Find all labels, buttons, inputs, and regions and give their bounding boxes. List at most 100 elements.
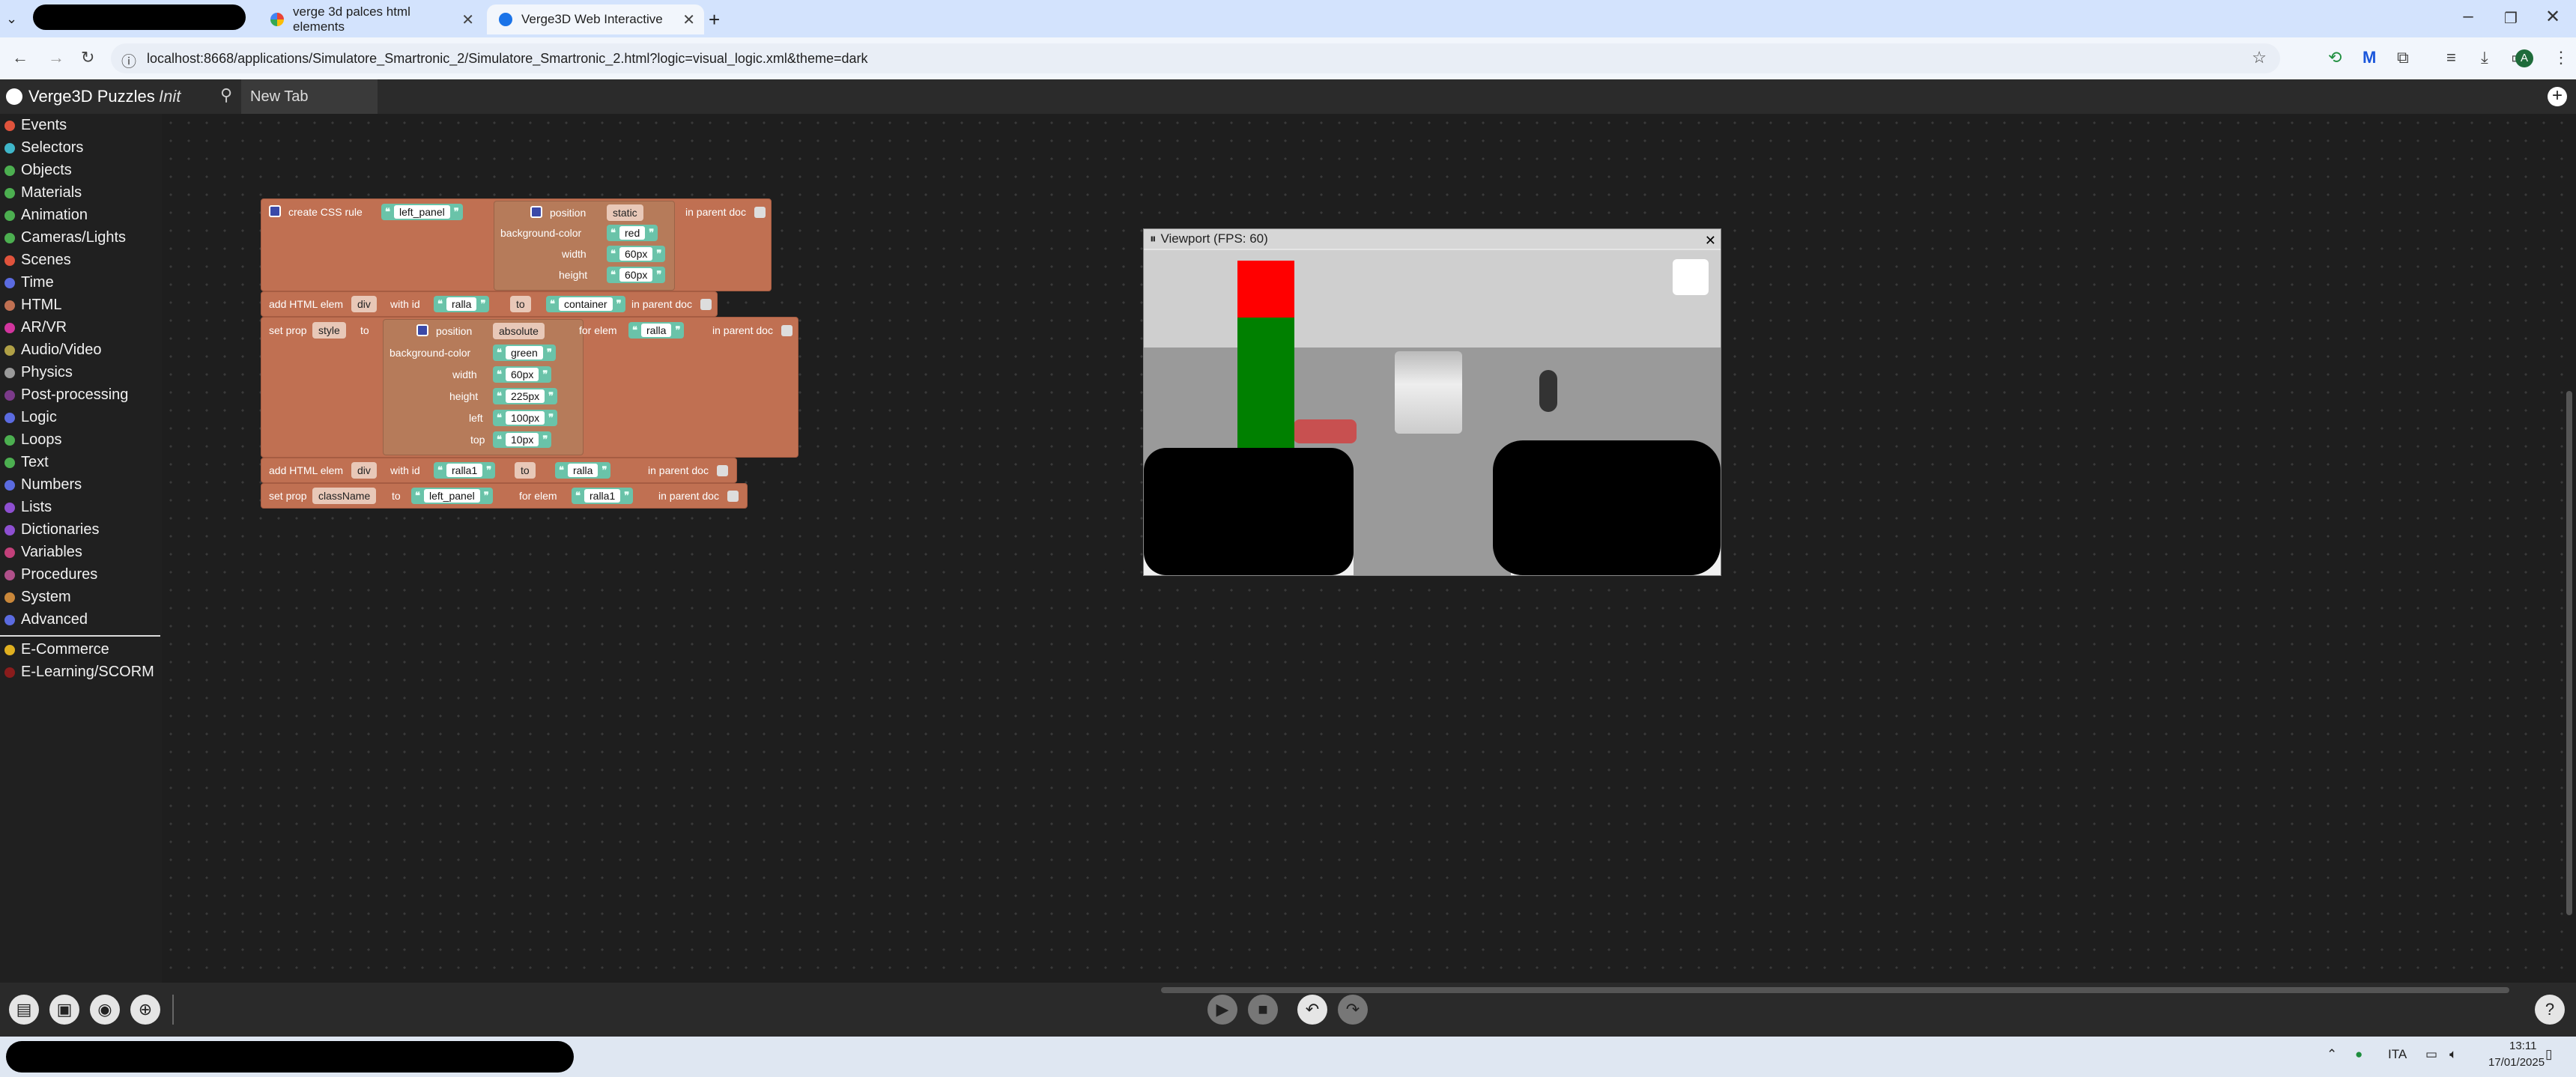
back-icon[interactable]: ← <box>12 48 28 67</box>
target-elem[interactable]: ❝ ralla1 ❞ <box>572 488 634 504</box>
sidebar-item-objects[interactable]: Objects <box>4 162 72 179</box>
forward-icon[interactable]: → <box>48 48 64 67</box>
display-icon[interactable]: ▭ <box>2425 1047 2437 1062</box>
gear-icon[interactable] <box>416 324 428 336</box>
profile-avatar[interactable]: A <box>2515 49 2533 67</box>
sidebar-item-animation[interactable]: Animation <box>4 207 88 224</box>
to-dropdown[interactable]: to <box>515 462 536 479</box>
style-props-block[interactable]: position absolute background-color ❝ gree… <box>383 319 584 455</box>
sidebar-item-html[interactable]: HTML <box>4 297 61 314</box>
language-indicator[interactable]: ITA <box>2388 1047 2407 1062</box>
stop-icon[interactable]: ■ <box>1248 995 1278 1025</box>
gear-icon[interactable] <box>269 205 281 217</box>
set-prop-classname-block[interactable]: set prop className to ❝ left_panel ❞ for e… <box>261 483 748 509</box>
tab-init[interactable]: Init <box>159 87 181 106</box>
string-value[interactable]: 60px <box>619 247 653 261</box>
window-close-icon[interactable]: ✕ <box>2530 6 2575 28</box>
library-icon[interactable]: ▣ <box>49 995 79 1025</box>
string-value[interactable]: ralla <box>641 324 672 337</box>
string-value[interactable]: 60px <box>619 268 653 282</box>
close-icon[interactable]: ✕ <box>1705 231 1716 250</box>
sidebar-item-ar-vr[interactable]: AR/VR <box>4 319 67 336</box>
network-app-icon[interactable]: ● <box>2355 1047 2363 1062</box>
clock-date[interactable]: 17/01/2025 <box>2488 1056 2545 1069</box>
workspace-horizontal-scrollbar[interactable] <box>1161 987 2509 993</box>
close-icon[interactable]: ✕ <box>461 10 474 29</box>
string-value[interactable]: ralla1 <box>584 489 621 503</box>
string-value[interactable]: 10px <box>506 433 539 446</box>
sidebar-item-e-learning-scorm[interactable]: E-Learning/SCORM <box>4 664 154 681</box>
target-elem[interactable]: ❝ ralla ❞ <box>628 322 685 339</box>
save-icon[interactable]: ▤ <box>9 995 39 1025</box>
string-value[interactable]: 100px <box>506 411 545 425</box>
elem-type-dropdown[interactable]: div <box>351 296 377 312</box>
target-elem[interactable]: ❝ container ❞ <box>546 296 625 312</box>
sidebar-item-post-processing[interactable]: Post-processing <box>4 386 128 404</box>
extensions-icon[interactable]: ⧉ <box>2397 48 2409 67</box>
set-prop-style-block[interactable]: set prop style to position absolute back… <box>261 317 798 458</box>
media-icon[interactable]: ≡ <box>2446 48 2456 67</box>
sidebar-item-procedures[interactable]: Procedures <box>4 566 97 583</box>
minimize-icon[interactable]: – <box>2446 6 2491 27</box>
undo-icon[interactable]: ↶ <box>1297 995 1327 1025</box>
string-value[interactable]: ralla <box>446 297 477 311</box>
sidebar-item-e-commerce[interactable]: E-Commerce <box>4 641 109 658</box>
sidebar-item-physics[interactable]: Physics <box>4 364 73 381</box>
sidebar-item-loops[interactable]: Loops <box>4 431 62 449</box>
in-parent-doc-checkbox[interactable] <box>754 207 766 218</box>
create-css-rule-block[interactable]: create CSS rule ❝ left_panel ❞ position st… <box>261 198 772 291</box>
viewport-3d-scene[interactable] <box>1144 250 1721 575</box>
add-html-elem-block[interactable]: add HTML elem div with id ❝ ralla ❞ to ❝ co… <box>261 291 718 317</box>
viewport-titlebar[interactable]: ⏸ Viewport (FPS: 60) ✕ <box>1144 229 1721 249</box>
settings-icon[interactable]: ⊕ <box>130 995 160 1025</box>
pin-icon[interactable]: ⚲ <box>220 85 232 105</box>
extension-refresh-icon[interactable]: ⟲ <box>2328 48 2342 67</box>
redo-icon[interactable]: ↷ <box>1338 995 1368 1025</box>
screenshot-icon[interactable]: ◉ <box>90 995 120 1025</box>
class-value[interactable]: ❝ left_panel ❞ <box>411 488 493 504</box>
elem-id[interactable]: ❝ ralla ❞ <box>434 296 490 312</box>
string-value[interactable]: 225px <box>506 389 545 403</box>
string-value[interactable]: left_panel <box>394 205 450 219</box>
sidebar-item-system[interactable]: System <box>4 589 71 606</box>
volume-icon[interactable]: 🔈︎ <box>2449 1047 2457 1062</box>
string-value[interactable]: left_panel <box>424 489 480 503</box>
sidebar-item-lists[interactable]: Lists <box>4 499 52 516</box>
address-bar[interactable]: ⓘ localhost:8668/applications/Simulatore… <box>111 43 2280 73</box>
help-icon[interactable]: ? <box>2535 995 2565 1025</box>
reload-icon[interactable]: ↻ <box>81 48 94 67</box>
sidebar-item-logic[interactable]: Logic <box>4 409 57 426</box>
sidebar-item-time[interactable]: Time <box>4 274 54 291</box>
fullscreen-icon[interactable] <box>1673 259 1709 295</box>
notification-icon[interactable]: ▯ <box>2545 1047 2552 1062</box>
sidebar-item-dictionaries[interactable]: Dictionaries <box>4 521 99 538</box>
position-dropdown[interactable]: absolute <box>493 323 545 339</box>
download-icon[interactable]: ⤓ <box>2481 48 2488 67</box>
to-dropdown[interactable]: to <box>510 296 531 312</box>
target-elem[interactable]: ❝ ralla ❞ <box>555 462 611 479</box>
string-value[interactable]: green <box>506 346 543 359</box>
sidebar-item-numbers[interactable]: Numbers <box>4 476 82 494</box>
prop-value[interactable]: ❝ 60px ❞ <box>607 246 666 262</box>
string-value[interactable]: container <box>559 297 613 311</box>
sidebar-item-events[interactable]: Events <box>4 117 67 134</box>
prop-value[interactable]: ❝ 225px ❞ <box>493 388 558 404</box>
in-parent-doc-checkbox[interactable] <box>727 491 739 502</box>
string-value[interactable]: ralla1 <box>446 464 483 477</box>
prop-value[interactable]: ❝ red ❞ <box>607 225 658 241</box>
prop-value[interactable]: ❝ 10px ❞ <box>493 431 552 448</box>
add-tab-icon[interactable]: + <box>2548 87 2567 106</box>
prop-value[interactable]: ❝ green ❞ <box>493 345 556 361</box>
add-html-elem-block[interactable]: add HTML elem div with id ❝ ralla1 ❞ to ❝ r… <box>261 458 737 483</box>
sidebar-item-scenes[interactable]: Scenes <box>4 252 71 269</box>
viewport-window[interactable]: ⏸ Viewport (FPS: 60) ✕ <box>1143 228 1721 576</box>
tab-verge3d[interactable]: Verge3D Web Interactive ✕ <box>487 4 704 34</box>
prop-dropdown[interactable]: className <box>312 488 377 504</box>
sidebar-item-variables[interactable]: Variables <box>4 544 82 561</box>
in-parent-doc-checkbox[interactable] <box>781 325 793 336</box>
tab-new-tab[interactable]: New Tab <box>241 79 378 114</box>
elem-type-dropdown[interactable]: div <box>351 462 377 479</box>
prop-value[interactable]: ❝ 60px ❞ <box>607 267 666 283</box>
prop-value[interactable]: ❝ 100px ❞ <box>493 410 558 426</box>
maximize-icon[interactable]: ❐ <box>2488 9 2533 28</box>
